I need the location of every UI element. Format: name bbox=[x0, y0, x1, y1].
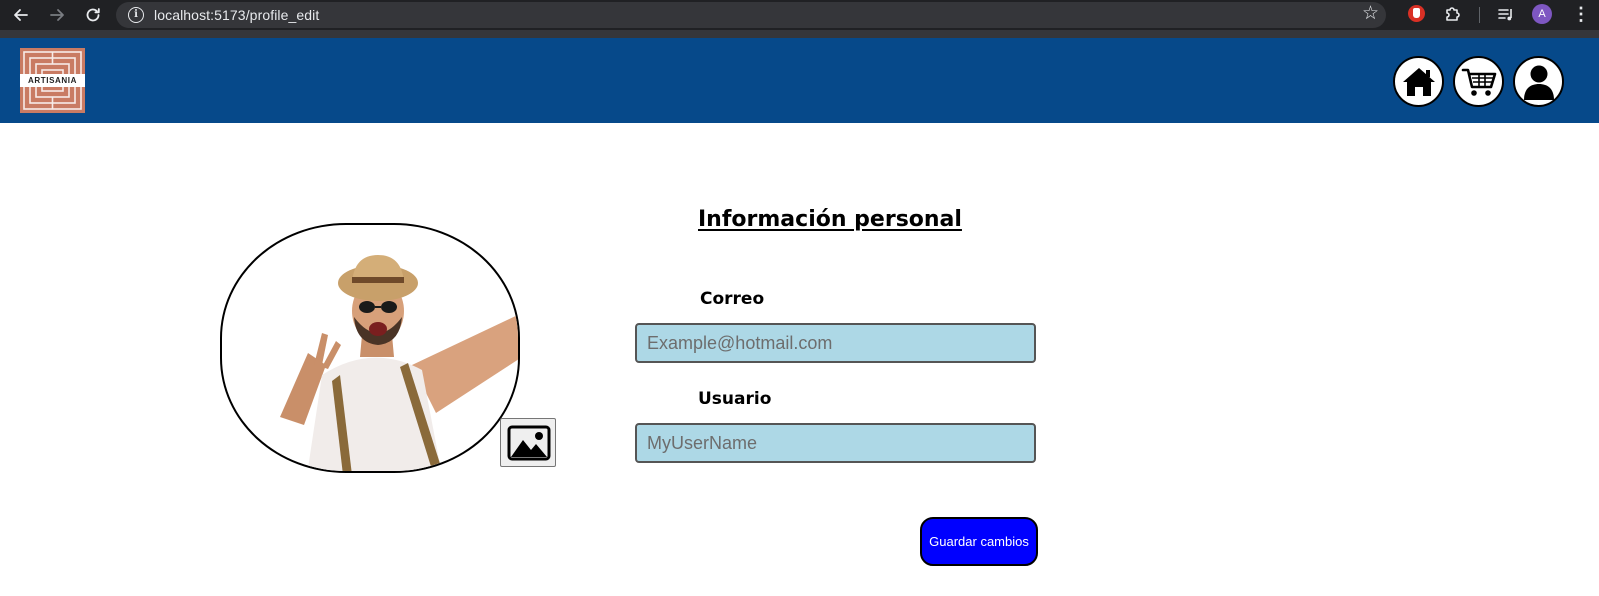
cart-icon bbox=[1461, 68, 1496, 96]
site-info-icon[interactable]: i bbox=[128, 7, 144, 23]
profile-photo bbox=[220, 223, 520, 473]
username-label: Usuario bbox=[698, 389, 772, 409]
address-bar[interactable]: i localhost:5173/profile_edit ☆ bbox=[116, 2, 1386, 28]
artisania-logo[interactable]: ARTISANIA bbox=[20, 48, 85, 113]
user-profile-button[interactable] bbox=[1513, 56, 1564, 107]
forward-button[interactable] bbox=[46, 4, 68, 26]
arrow-back-icon bbox=[14, 9, 28, 21]
logo-text: ARTISANIA bbox=[28, 76, 77, 85]
extension-stop-icon[interactable] bbox=[1408, 5, 1425, 22]
bookmark-star-icon[interactable]: ☆ bbox=[1362, 3, 1379, 25]
more-menu-icon[interactable]: ⋮ bbox=[1572, 4, 1590, 24]
arrow-forward-icon bbox=[50, 9, 64, 21]
browser-profile-avatar[interactable]: A bbox=[1532, 4, 1552, 24]
back-button[interactable] bbox=[10, 4, 32, 26]
image-icon bbox=[507, 425, 551, 461]
home-icon bbox=[1402, 67, 1435, 96]
user-icon bbox=[1523, 65, 1554, 100]
browser-toolbar: i localhost:5173/profile_edit ☆ A ⋮ bbox=[0, 0, 1599, 30]
save-changes-button[interactable]: Guardar cambios bbox=[920, 517, 1038, 566]
app-header bbox=[0, 38, 1599, 123]
extensions-puzzle-icon[interactable] bbox=[1443, 4, 1463, 24]
email-label: Correo bbox=[700, 289, 765, 309]
username-field[interactable] bbox=[635, 423, 1036, 463]
profile-photo-image bbox=[280, 255, 518, 471]
section-title: Información personal bbox=[698, 207, 962, 232]
change-photo-button[interactable] bbox=[500, 418, 556, 467]
url-text: localhost:5173/profile_edit bbox=[154, 7, 320, 23]
cart-button[interactable] bbox=[1453, 56, 1504, 107]
toolbar-separator bbox=[0, 30, 1599, 38]
reload-button[interactable] bbox=[82, 4, 104, 26]
home-button[interactable] bbox=[1393, 56, 1444, 107]
media-controls-icon[interactable] bbox=[1496, 5, 1516, 25]
toolbar-divider bbox=[1479, 7, 1480, 23]
reload-icon bbox=[86, 8, 100, 22]
email-field[interactable] bbox=[635, 323, 1036, 363]
